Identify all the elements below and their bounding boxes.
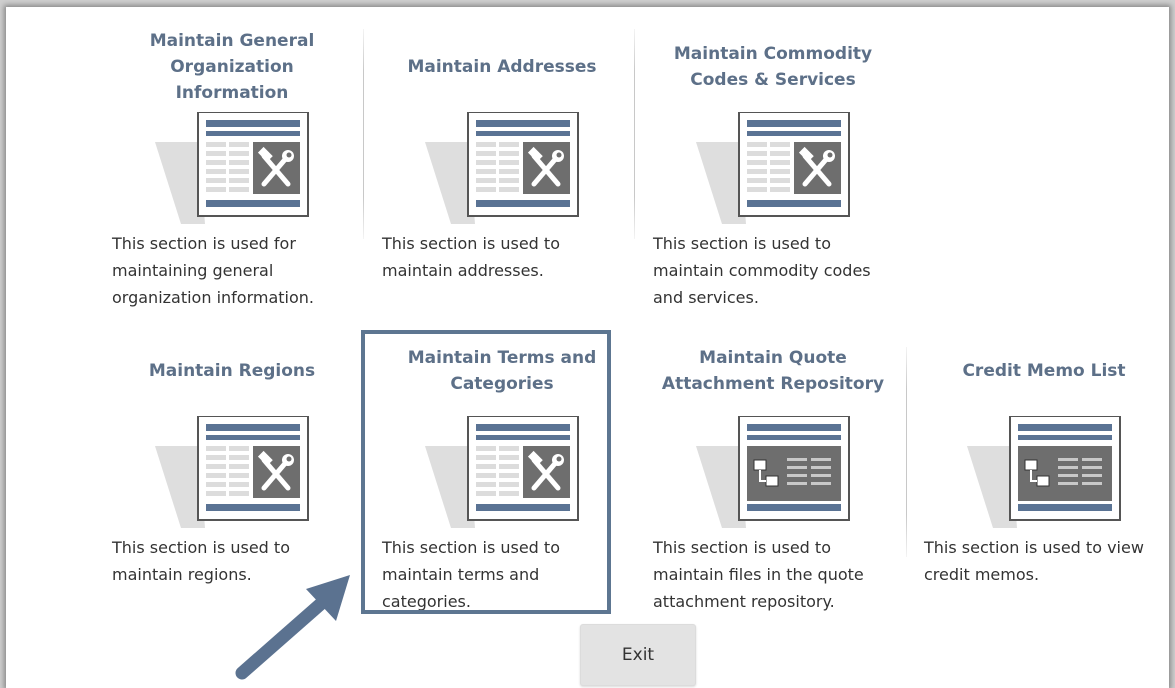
hierarchy-list-icon [692,416,852,528]
tile-maintain-commodity-codes[interactable]: Maintain Commodity Codes & Services This… [647,29,899,309]
wrench-hammer-icon [421,112,581,224]
wrench-hammer-icon [421,416,581,528]
column-divider [634,29,635,239]
hierarchy-list-icon [963,416,1123,528]
tile-maintain-general-organization[interactable]: Maintain General Organization Informatio… [106,29,358,309]
pointer-arrow-icon [235,575,350,680]
page-frame: Maintain General Organization Informatio… [6,7,1169,688]
tile-description: This section is used to maintain terms a… [382,538,560,611]
column-divider [363,29,364,239]
wrench-hammer-icon [151,112,311,224]
column-divider [906,347,907,557]
tile-title: Maintain Quote Attachment Repository [661,348,885,394]
tile-title: Maintain Addresses [407,57,597,77]
tile-title: Maintain General Organization Informatio… [149,31,315,103]
exit-button[interactable]: Exit [580,624,696,686]
tile-description: This section is used to view credit memo… [924,538,1144,584]
tile-description: This section is used to maintain address… [382,234,560,280]
tile-maintain-terms-categories[interactable]: Maintain Terms and Categories This secti… [376,333,628,613]
tile-description: This section is used to maintain files i… [653,538,864,611]
tile-credit-memo-list[interactable]: Credit Memo List This section is used to… [918,333,1170,613]
wrench-hammer-icon [151,416,311,528]
tile-title: Maintain Commodity Codes & Services [673,44,873,90]
tile-title: Credit Memo List [962,361,1126,381]
tile-title: Maintain Regions [148,361,316,381]
tile-description: This section is used for maintaining gen… [112,234,314,307]
wrench-hammer-icon [692,112,852,224]
tile-title: Maintain Terms and Categories [407,348,597,394]
tile-maintain-addresses[interactable]: Maintain Addresses This section is used … [376,29,628,309]
tile-description: This section is used to maintain commodi… [653,234,871,307]
tile-maintain-quote-attachment-repository[interactable]: Maintain Quote Attachment Repository Thi… [647,333,899,613]
